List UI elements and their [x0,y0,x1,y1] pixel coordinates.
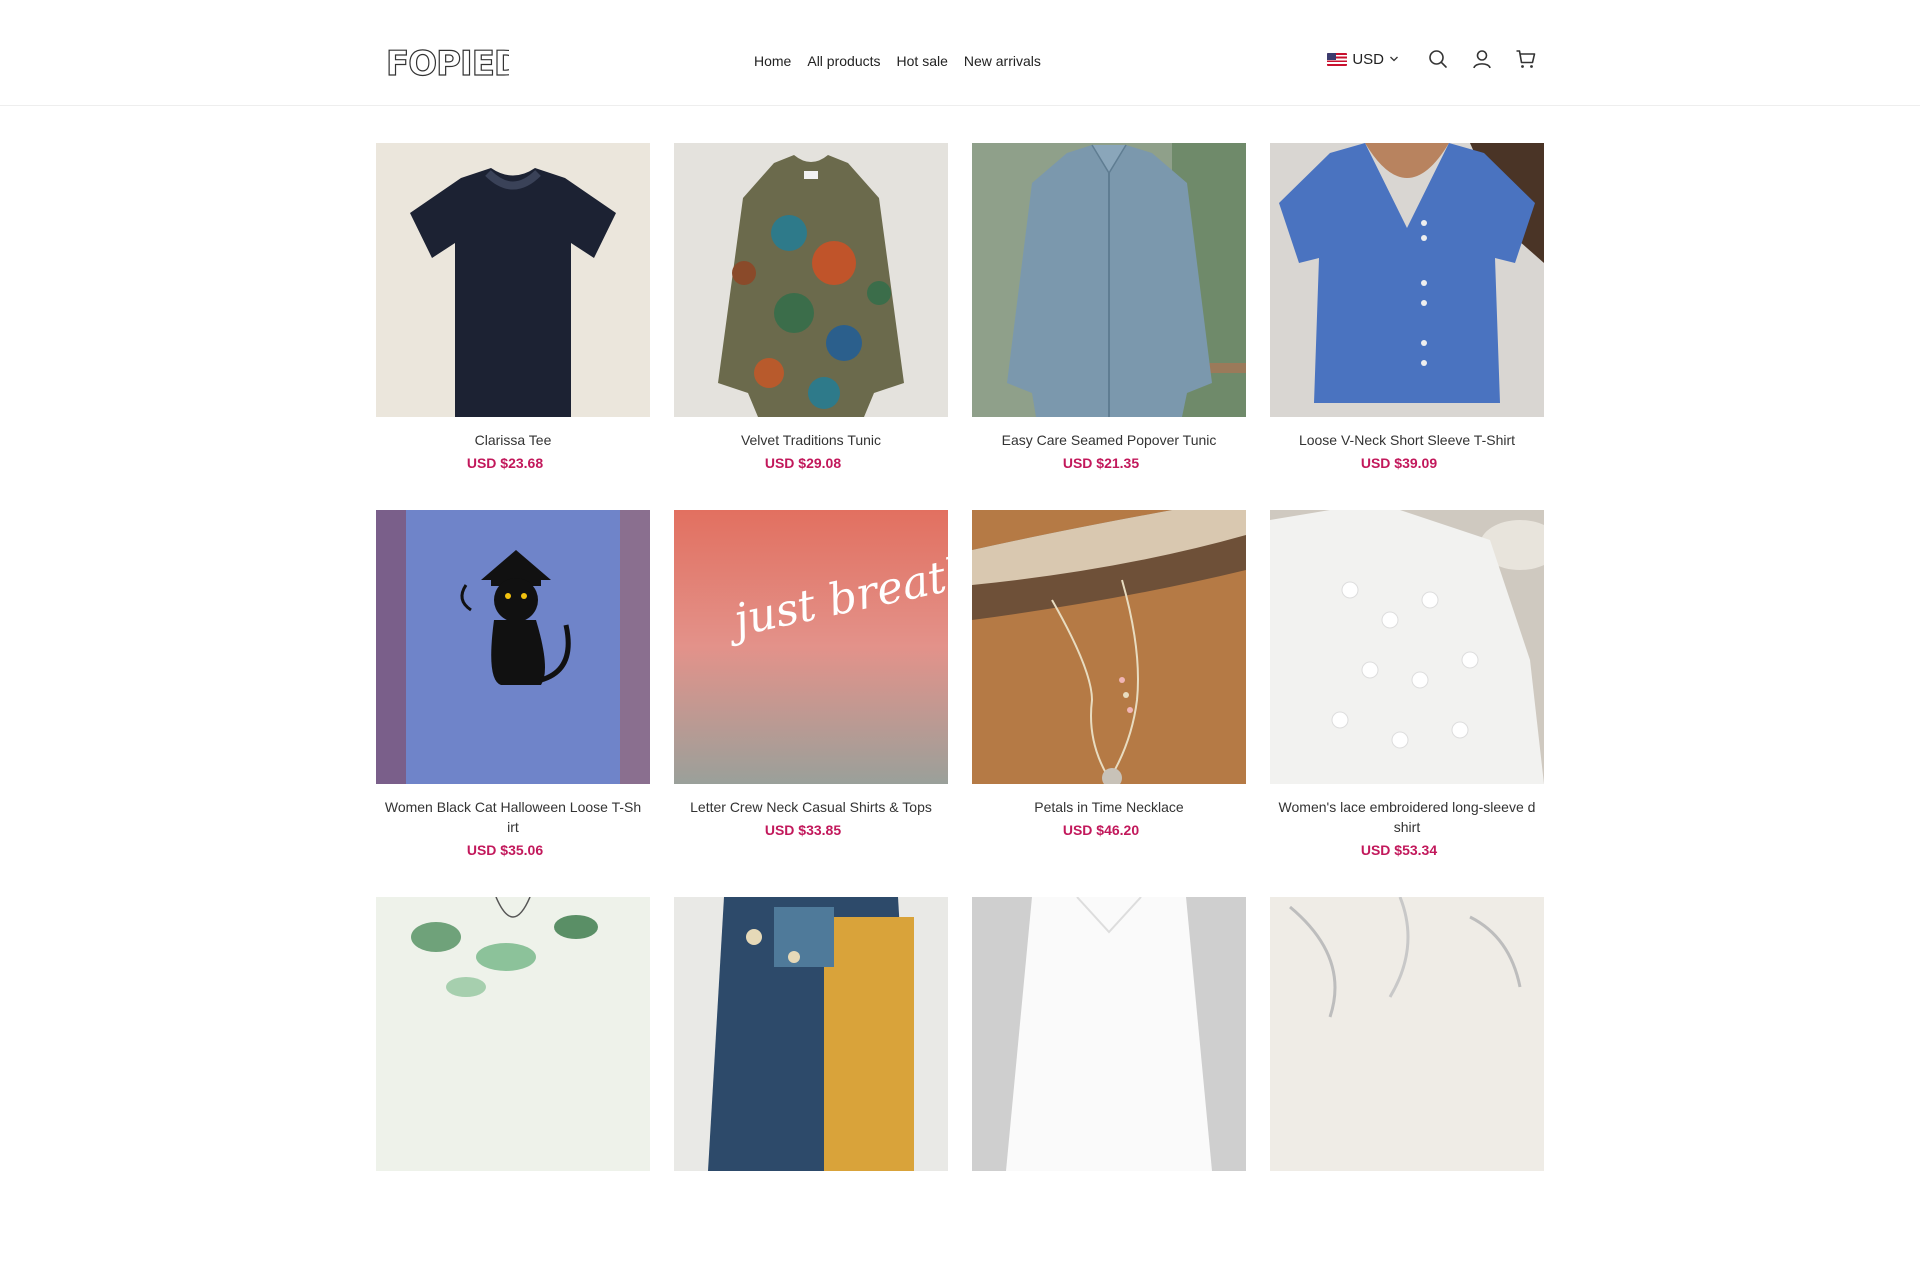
product-image[interactable] [1270,897,1544,1171]
product-image[interactable] [674,897,948,1171]
product-card[interactable]: just breathe Letter Crew Neck Casual Shi… [674,510,948,877]
chevron-down-icon [1390,56,1398,62]
product-grid: Clarissa Tee USD $23.68 Velvet Tradition… [376,143,1544,1264]
product-image[interactable] [1270,510,1544,784]
product-title[interactable]: Velvet Traditions Tunic [674,430,948,450]
product-card[interactable]: Loose V-Neck Short Sleeve T-Shirt USD $3… [1270,143,1544,510]
product-card[interactable]: Easy Care Seamed Popover Tunic USD $21.3… [972,143,1246,510]
product-title[interactable]: Petals in Time Necklace [972,797,1246,817]
product-card[interactable]: Velvet Traditions Tunic USD $29.08 [674,143,948,510]
product-price: USD $33.85 [764,822,842,838]
product-price: USD $39.09 [1360,455,1438,471]
product-card[interactable] [1270,897,1544,1264]
header-actions: USD [1327,48,1537,70]
product-card[interactable]: Women Black Cat Halloween Loose T-Sh irt… [376,510,650,897]
nav-home[interactable]: Home [754,53,791,69]
main-nav: Home All products Hot sale New arrivals [754,53,1057,69]
product-price: USD $29.08 [764,455,842,471]
product-price: USD $23.68 [466,455,544,471]
product-image[interactable] [376,143,650,417]
product-card[interactable] [674,897,948,1264]
product-price: USD $21.35 [1062,455,1140,471]
product-card[interactable] [376,897,650,1264]
svg-text:FOPIED: FOPIED [386,44,509,83]
product-image[interactable] [972,510,1246,784]
product-card[interactable]: Petals in Time Necklace USD $46.20 [972,510,1246,877]
product-title[interactable]: Letter Crew Neck Casual Shirts & Tops [674,797,948,817]
cart-icon[interactable] [1515,48,1537,70]
currency-label: USD [1352,50,1384,68]
nav-all-products[interactable]: All products [807,53,880,69]
product-image[interactable] [972,897,1246,1171]
product-image[interactable] [376,897,650,1171]
product-title[interactable]: Loose V-Neck Short Sleeve T-Shirt [1270,430,1544,450]
product-title[interactable]: Clarissa Tee [376,430,650,450]
header-inner: FOPIED Home All products Hot sale New ar… [375,0,1545,106]
search-icon[interactable] [1427,48,1449,70]
product-image[interactable] [1270,143,1544,417]
product-title[interactable]: Women Black Cat Halloween Loose T-Sh irt [376,797,650,837]
product-card[interactable]: Women's lace embroidered long-sleeve d s… [1270,510,1544,897]
product-title[interactable]: Easy Care Seamed Popover Tunic [972,430,1246,450]
product-image[interactable] [376,510,650,784]
account-icon[interactable] [1471,48,1493,70]
us-flag-icon [1327,52,1348,66]
product-image[interactable]: just breathe [674,510,948,784]
product-card[interactable]: Clarissa Tee USD $23.68 [376,143,650,510]
product-image[interactable] [674,143,948,417]
product-card[interactable] [972,897,1246,1264]
product-price: USD $46.20 [1062,822,1140,838]
site-header: FOPIED Home All products Hot sale New ar… [0,0,1920,106]
product-title[interactable]: Women's lace embroidered long-sleeve d s… [1270,797,1544,837]
currency-selector[interactable]: USD [1327,51,1399,68]
brand-logo[interactable]: FOPIED [384,43,522,84]
nav-new-arrivals[interactable]: New arrivals [964,53,1041,69]
product-price: USD $53.34 [1360,842,1438,858]
nav-hot-sale[interactable]: Hot sale [897,53,948,69]
product-price: USD $35.06 [466,842,544,858]
product-image[interactable] [972,143,1246,417]
